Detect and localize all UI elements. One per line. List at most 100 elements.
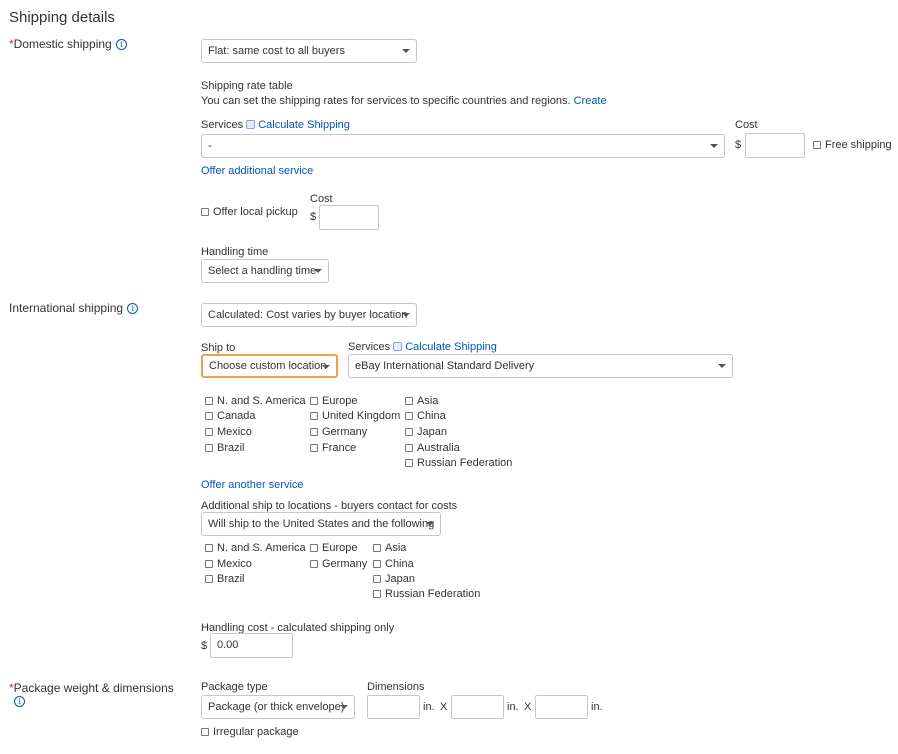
currency-symbol: $	[735, 139, 742, 151]
additional-locations-select[interactable]: Will ship to the United States and the f…	[201, 512, 441, 536]
domestic-shipping-type-select[interactable]: Flat: same cost to all buyers	[201, 39, 417, 63]
info-icon[interactable]: i	[127, 303, 139, 315]
free-shipping-checkbox[interactable]: Free shipping	[813, 139, 892, 151]
pickup-cost-input[interactable]	[319, 205, 379, 230]
checkbox-box[interactable]	[310, 397, 318, 405]
pickup-currency-symbol: $	[310, 211, 317, 223]
checkbox-label: China	[417, 410, 446, 422]
additional-location-checkbox[interactable]: Brazil	[205, 573, 245, 585]
handling-cost-currency: $	[201, 640, 208, 652]
additional-location-checkbox[interactable]: China	[373, 558, 414, 570]
checkbox-box[interactable]	[813, 141, 821, 149]
checkbox-box[interactable]	[201, 728, 209, 736]
checkbox-label: Germany	[322, 558, 368, 570]
region-checkbox[interactable]: Germany	[310, 426, 367, 438]
region-checkbox[interactable]: N. and S. America	[205, 395, 306, 407]
checkbox-box[interactable]	[205, 560, 213, 568]
checkbox-box[interactable]	[373, 590, 381, 598]
region-checkbox[interactable]: Brazil	[205, 442, 245, 454]
chevron-down-icon	[322, 365, 330, 369]
checkbox-label: China	[385, 558, 414, 570]
domestic-service-select[interactable]: -	[201, 134, 725, 158]
checkbox-box[interactable]	[310, 428, 318, 436]
info-icon[interactable]: i	[115, 39, 127, 51]
handling-cost-input[interactable]: 0.00	[210, 633, 293, 658]
package-label: *Package weight & dimensions	[9, 681, 174, 695]
width-input[interactable]	[451, 695, 504, 719]
select-value: Will ship to the United States and the f…	[208, 518, 435, 530]
package-label-text: Package weight & dimensions	[13, 681, 174, 695]
unit-label: in.	[423, 701, 435, 713]
offer-another-service-link[interactable]: Offer another service	[201, 479, 304, 491]
times-sign: X	[524, 701, 532, 713]
height-input[interactable]	[535, 695, 588, 719]
region-checkbox[interactable]: United Kingdom	[310, 410, 400, 422]
checkbox-label: Europe	[322, 395, 358, 407]
length-input[interactable]	[367, 695, 420, 719]
additional-location-checkbox[interactable]: Japan	[373, 573, 415, 585]
checkbox-box[interactable]	[373, 560, 381, 568]
checkbox-box[interactable]	[205, 544, 213, 552]
checkbox-box[interactable]	[405, 428, 413, 436]
region-checkbox[interactable]: Europe	[310, 395, 357, 407]
package-type-label: Package type	[201, 681, 268, 693]
additional-location-checkbox[interactable]: Europe	[310, 542, 357, 554]
calculator-icon	[246, 119, 256, 129]
checkbox-box[interactable]	[405, 459, 413, 467]
services-label-text: Services	[348, 341, 391, 353]
checkbox-box[interactable]	[405, 444, 413, 452]
select-value: eBay International Standard Delivery	[355, 360, 535, 372]
ship-to-select[interactable]: Choose custom location	[201, 354, 338, 378]
checkbox-box[interactable]	[205, 575, 213, 583]
handling-time-select[interactable]: Select a handling time	[201, 259, 329, 283]
international-shipping-label: International shipping i	[9, 301, 139, 315]
region-checkbox[interactable]: China	[405, 410, 446, 422]
irregular-package-checkbox[interactable]: Irregular package	[201, 726, 299, 738]
checkbox-box[interactable]	[205, 428, 213, 436]
region-checkbox[interactable]: Japan	[405, 426, 447, 438]
checkbox-label: Europe	[322, 542, 358, 554]
region-checkbox[interactable]: Australia	[405, 442, 460, 454]
additional-location-checkbox[interactable]: Mexico	[205, 558, 252, 570]
unit-label: in.	[591, 701, 603, 713]
additional-location-checkbox[interactable]: N. and S. America	[205, 542, 306, 554]
checkbox-box[interactable]	[405, 412, 413, 420]
region-checkbox[interactable]: Mexico	[205, 426, 252, 438]
checkbox-label: Mexico	[217, 426, 252, 438]
info-icon[interactable]: i	[14, 696, 25, 707]
domestic-cost-label: Cost	[735, 119, 758, 131]
region-checkbox[interactable]: Canada	[205, 410, 256, 422]
region-checkbox[interactable]: France	[310, 442, 356, 454]
checkbox-box[interactable]	[205, 412, 213, 420]
checkbox-box[interactable]	[310, 560, 318, 568]
create-link[interactable]: Create	[574, 95, 607, 107]
additional-location-checkbox[interactable]: Russian Federation	[373, 588, 480, 600]
rate-table-description: You can set the shipping rates for servi…	[201, 95, 607, 107]
checkbox-box[interactable]	[205, 444, 213, 452]
offer-additional-service-link[interactable]: Offer additional service	[201, 165, 313, 177]
checkbox-box[interactable]	[405, 397, 413, 405]
region-checkbox[interactable]: Russian Federation	[405, 457, 512, 469]
checkbox-box[interactable]	[310, 544, 318, 552]
additional-location-checkbox[interactable]: Germany	[310, 558, 367, 570]
calculate-shipping-link[interactable]: Calculate Shipping	[258, 119, 350, 131]
checkbox-box[interactable]	[373, 575, 381, 583]
checkbox-box[interactable]	[205, 397, 213, 405]
chevron-down-icon	[426, 522, 434, 526]
checkbox-label: United Kingdom	[322, 410, 401, 422]
checkbox-box[interactable]	[201, 208, 209, 216]
checkbox-box[interactable]	[310, 444, 318, 452]
international-service-select[interactable]: eBay International Standard Delivery	[348, 354, 733, 378]
package-type-select[interactable]: Package (or thick envelope)	[201, 695, 355, 719]
checkbox-label: Russian Federation	[385, 588, 481, 600]
additional-location-checkbox[interactable]: Asia	[373, 542, 406, 554]
offer-local-pickup-checkbox[interactable]: Offer local pickup	[201, 206, 298, 218]
calculate-shipping-link[interactable]: Calculate Shipping	[405, 341, 497, 353]
international-shipping-type-select[interactable]: Calculated: Cost varies by buyer locatio…	[201, 303, 417, 327]
checkbox-box[interactable]	[373, 544, 381, 552]
chevron-down-icon	[710, 144, 718, 148]
region-checkbox[interactable]: Asia	[405, 395, 438, 407]
domestic-cost-input[interactable]	[745, 133, 805, 158]
checkbox-box[interactable]	[310, 412, 318, 420]
calculator-icon	[393, 341, 403, 351]
